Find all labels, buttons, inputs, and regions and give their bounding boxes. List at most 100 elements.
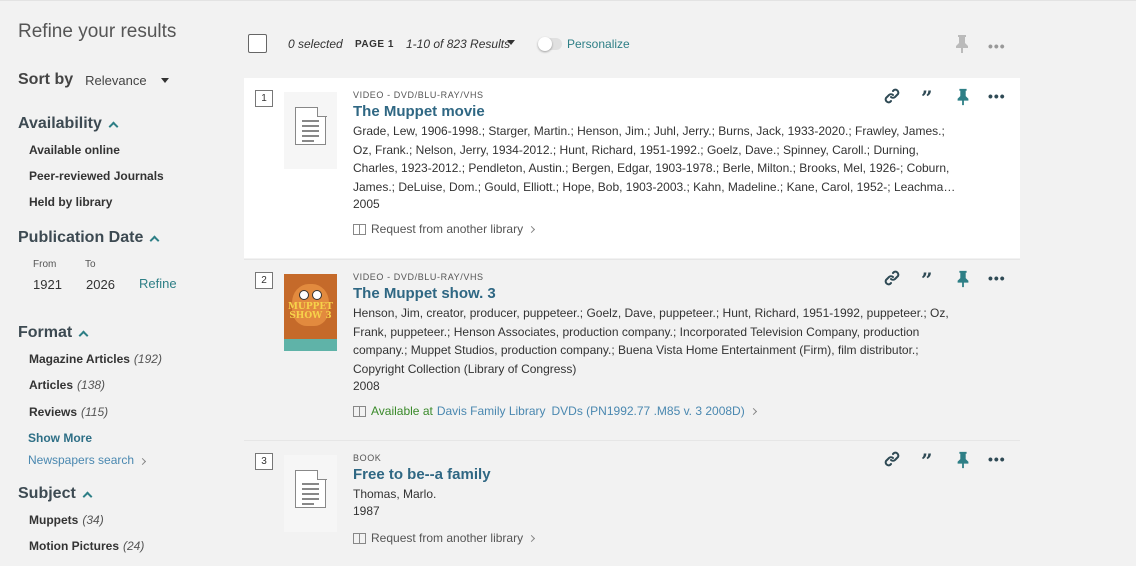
chevron-up-icon[interactable] xyxy=(149,235,160,245)
result-creators: Grade, Lew, 1906-1998.; Starger, Martin.… xyxy=(353,124,956,194)
facet-label: Articles xyxy=(29,378,74,392)
result-actions: ” ••• xyxy=(884,451,1009,471)
result-number: 1 xyxy=(255,90,273,107)
link-icon[interactable] xyxy=(884,88,900,109)
facet-label: Muppets xyxy=(29,513,79,527)
document-icon xyxy=(295,469,327,508)
pin-icon[interactable] xyxy=(955,451,971,474)
chevron-up-icon[interactable] xyxy=(78,330,89,340)
book-icon xyxy=(353,533,366,544)
result-actions: ” ••• xyxy=(884,270,1009,290)
result-number: 3 xyxy=(255,453,273,470)
pin-icon[interactable] xyxy=(955,88,971,111)
link-icon[interactable] xyxy=(884,270,900,291)
quote-icon[interactable]: ” xyxy=(921,88,933,108)
result-title-link[interactable]: The Muppet movie xyxy=(353,103,485,120)
availability-heading[interactable]: Availability xyxy=(18,115,119,133)
facet-muppets[interactable]: Muppets (34) xyxy=(29,513,104,527)
from-year-input[interactable]: 1921 xyxy=(33,277,62,292)
facet-count: (138) xyxy=(77,378,106,392)
page-indicator: PAGE 1 xyxy=(355,39,394,50)
quote-icon[interactable]: ” xyxy=(921,451,933,471)
personalize-label[interactable]: Personalize xyxy=(567,37,630,51)
pin-icon[interactable] xyxy=(955,270,971,293)
more-options-icon[interactable]: ••• xyxy=(988,88,1006,104)
refine-title: Refine your results xyxy=(18,21,177,42)
facet-motion-pictures[interactable]: Motion Pictures (24) xyxy=(29,539,144,553)
link-icon[interactable] xyxy=(884,451,900,472)
show-more-link[interactable]: Show More xyxy=(28,431,92,445)
result-title-link[interactable]: Free to be--a family xyxy=(353,466,491,483)
sort-value[interactable]: Relevance xyxy=(85,73,146,88)
result-year: 2008 xyxy=(353,379,380,393)
facet-articles[interactable]: Articles (138) xyxy=(29,378,105,392)
facet-label: Reviews xyxy=(29,405,78,419)
request-link[interactable]: Request from another library xyxy=(353,531,536,545)
facet-count: (115) xyxy=(81,405,109,419)
availability-heading-label: Availability xyxy=(18,115,102,132)
pin-icon[interactable] xyxy=(954,34,970,59)
facet-count: (192) xyxy=(133,352,162,366)
facet-held-by-library[interactable]: Held by library xyxy=(29,195,112,209)
caret-down-icon[interactable] xyxy=(160,77,169,83)
request-link[interactable]: Request from another library xyxy=(353,222,536,236)
availability-link[interactable]: Available at Davis Family Library DVDs (… xyxy=(353,404,757,418)
newspapers-search-label: Newspapers search xyxy=(28,453,135,467)
chevron-up-icon[interactable] xyxy=(82,491,93,501)
sort-label: Sort by xyxy=(18,71,74,88)
newspapers-search-link[interactable]: Newspapers search xyxy=(28,453,147,467)
caret-down-icon[interactable] xyxy=(507,40,515,45)
more-options-icon[interactable]: ••• xyxy=(988,451,1006,467)
result-type: VIDEO - DVD/BLU-RAY/VHS xyxy=(353,90,484,100)
to-label: To xyxy=(85,259,96,270)
book-icon xyxy=(353,406,366,417)
from-label: From xyxy=(33,259,57,270)
select-all-checkbox[interactable] xyxy=(248,34,267,53)
facet-reviews[interactable]: Reviews (115) xyxy=(29,405,108,419)
publication-date-heading-label: Publication Date xyxy=(18,229,144,246)
library-location: Davis Family Library xyxy=(436,404,546,418)
result-item: 3 BOOK Free to be--a family Thomas, Marl… xyxy=(244,440,1020,566)
dvd-cover-image: MUPPET SHOW 3 xyxy=(284,274,337,351)
availability-status: Available at xyxy=(371,404,433,418)
facet-available-online[interactable]: Available online xyxy=(29,143,120,157)
result-number: 2 xyxy=(255,272,273,289)
format-heading[interactable]: Format xyxy=(18,324,89,342)
chevron-right-icon xyxy=(749,407,757,415)
quote-icon[interactable]: ” xyxy=(921,270,933,290)
result-creators: Thomas, Marlo. xyxy=(353,487,437,501)
results-toolbar: 0 selected PAGE 1 1-10 of 823 Results Pe… xyxy=(248,34,1018,54)
document-icon xyxy=(295,106,327,145)
facet-count: (34) xyxy=(82,513,104,527)
availability-text: Request from another library xyxy=(371,222,524,236)
facet-label: Magazine Articles xyxy=(29,352,130,366)
document-thumbnail xyxy=(284,92,337,169)
publication-date-heading[interactable]: Publication Date xyxy=(18,229,160,247)
facet-magazine-articles[interactable]: Magazine Articles (192) xyxy=(29,352,162,366)
facet-peer-reviewed[interactable]: Peer-reviewed Journals xyxy=(29,169,164,183)
availability-text: Request from another library xyxy=(371,531,524,545)
result-item: 2 MUPPET SHOW 3 VIDEO - DVD/BLU-RAY/VHS … xyxy=(244,259,1020,439)
refine-sidebar: Refine your results Sort by Relevance Av… xyxy=(0,1,240,566)
result-actions: ” ••• xyxy=(884,88,1009,108)
document-thumbnail xyxy=(284,455,337,532)
result-item: 1 VIDEO - DVD/BLU-RAY/VHS The Muppet mov… xyxy=(244,78,1020,258)
chevron-right-icon xyxy=(528,225,536,233)
sort-by-control[interactable]: Sort by Relevance xyxy=(18,71,169,89)
selected-count: 0 selected xyxy=(288,37,343,51)
to-year-input[interactable]: 2026 xyxy=(86,277,115,292)
shelf-location: DVDs (PN1992.77 .M85 v. 3 2008D) xyxy=(551,404,745,418)
facet-count: (24) xyxy=(123,539,145,553)
refine-date-button[interactable]: Refine xyxy=(139,276,177,291)
subject-heading[interactable]: Subject xyxy=(18,485,93,503)
result-title-link[interactable]: The Muppet show. 3 xyxy=(353,285,496,302)
more-options-icon[interactable]: ••• xyxy=(988,38,1006,54)
chevron-up-icon[interactable] xyxy=(108,121,119,131)
result-type: VIDEO - DVD/BLU-RAY/VHS xyxy=(353,272,484,282)
personalize-toggle[interactable] xyxy=(538,37,562,51)
results-range-dropdown[interactable]: 1-10 of 823 Results xyxy=(406,37,510,51)
format-heading-label: Format xyxy=(18,324,73,341)
more-options-icon[interactable]: ••• xyxy=(988,270,1006,286)
chevron-right-icon xyxy=(139,457,147,466)
chevron-right-icon xyxy=(528,534,536,542)
